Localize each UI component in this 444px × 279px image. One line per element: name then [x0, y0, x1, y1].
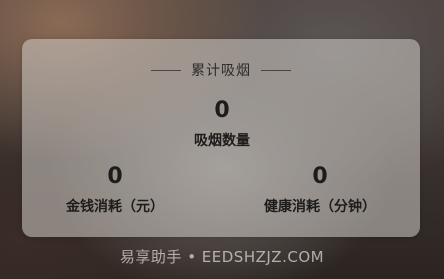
health-cost-stat: 0 健康消耗（分钟） — [227, 164, 413, 217]
header-divider-right — [261, 69, 291, 71]
card-title: 累计吸烟 — [191, 63, 251, 79]
money-spent-stat: 0 金钱消耗（元） — [22, 164, 208, 217]
smoke-count-label: 吸烟数量 — [194, 133, 250, 149]
health-cost-label: 健康消耗（分钟） — [264, 199, 376, 215]
watermark: 易享助手 • EEDSHZJZ.COM — [119, 248, 325, 266]
header-divider-left — [151, 69, 181, 71]
money-spent-label: 金钱消耗（元） — [66, 199, 164, 215]
money-spent-value: 0 — [107, 164, 123, 189]
smoke-count-value: 0 — [214, 98, 230, 123]
health-cost-value: 0 — [312, 164, 328, 189]
smoke-count-stat: 0 吸烟数量 — [162, 98, 282, 151]
card-header: 累计吸烟 — [22, 59, 420, 81]
cumulative-smoking-card: 累计吸烟 0 吸烟数量 0 金钱消耗（元） 0 健康消耗（分钟） — [22, 39, 420, 237]
